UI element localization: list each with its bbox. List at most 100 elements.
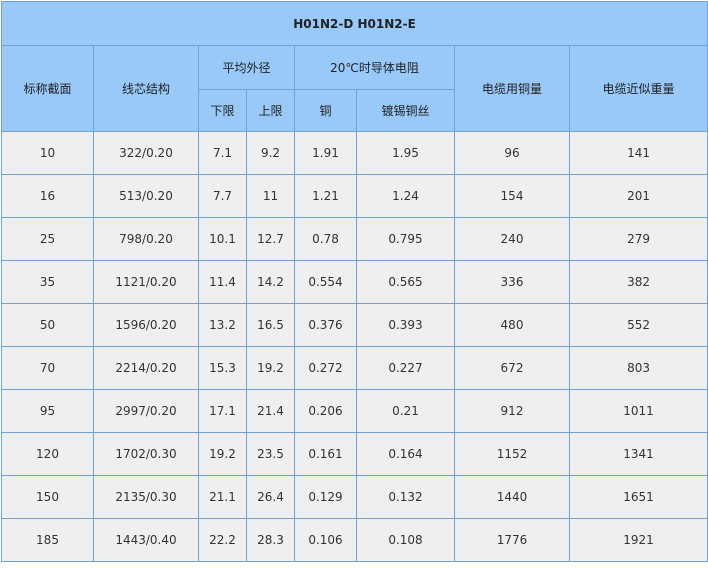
header-upper: 上限: [246, 89, 295, 132]
table-row: 185 1443/0.40 22.2 28.3 0.106 0.108 1776…: [1, 518, 708, 562]
cell-cable-weight: 1011: [568, 389, 708, 433]
cell-tinned: 0.795: [356, 217, 455, 261]
cell-tinned: 0.132: [356, 475, 455, 519]
cell-copper: 0.272: [294, 346, 357, 390]
header-lower: 下限: [198, 89, 247, 132]
cell-copper: 0.129: [294, 475, 357, 519]
cell-copper-weight: 96: [454, 131, 570, 175]
cell-lower: 17.1: [198, 389, 247, 433]
cell-copper: 0.206: [294, 389, 357, 433]
cell-lower: 7.1: [198, 131, 247, 175]
table-title: H01N2-D H01N2-E: [0, 1, 708, 46]
header-structure: 线芯结构: [93, 45, 199, 132]
cell-structure: 2135/0.30: [93, 475, 199, 519]
cell-copper: 1.91: [294, 131, 357, 175]
cell-upper: 26.4: [246, 475, 295, 519]
cell-copper-weight: 1776: [454, 518, 570, 562]
cell-upper: 14.2: [246, 260, 295, 304]
cell-tinned: 1.24: [356, 174, 455, 218]
cell-upper: 16.5: [246, 303, 295, 347]
cell-copper-weight: 1152: [454, 432, 570, 476]
cell-copper: 0.376: [294, 303, 357, 347]
cell-structure: 2214/0.20: [93, 346, 199, 390]
cell-section: 95: [1, 389, 94, 433]
cell-section: 10: [1, 131, 94, 175]
cell-cable-weight: 1651: [568, 475, 708, 519]
table-row: 50 1596/0.20 13.2 16.5 0.376 0.393 480 5…: [1, 303, 708, 347]
cell-lower: 10.1: [198, 217, 247, 261]
table-row: 150 2135/0.30 21.1 26.4 0.129 0.132 1440…: [1, 475, 708, 519]
cell-tinned: 0.227: [356, 346, 455, 390]
cell-lower: 7.7: [198, 174, 247, 218]
table-row: 10 322/0.20 7.1 9.2 1.91 1.95 96 141: [1, 131, 708, 175]
cell-section: 50: [1, 303, 94, 347]
cell-tinned: 0.164: [356, 432, 455, 476]
cell-copper-weight: 672: [454, 346, 570, 390]
header-resistance: 20℃时导体电阻: [294, 45, 455, 90]
cell-lower: 21.1: [198, 475, 247, 519]
cell-section: 185: [1, 518, 94, 562]
cell-upper: 9.2: [246, 131, 295, 175]
cell-upper: 28.3: [246, 518, 295, 562]
cell-structure: 798/0.20: [93, 217, 199, 261]
cell-section: 35: [1, 260, 94, 304]
cell-upper: 19.2: [246, 346, 295, 390]
cell-upper: 12.7: [246, 217, 295, 261]
cell-structure: 513/0.20: [93, 174, 199, 218]
header-copper: 铜: [294, 89, 357, 132]
cell-upper: 23.5: [246, 432, 295, 476]
cell-upper: 21.4: [246, 389, 295, 433]
cell-section: 120: [1, 432, 94, 476]
table-row: 25 798/0.20 10.1 12.7 0.78 0.795 240 279: [1, 217, 708, 261]
header-cable-weight: 电缆近似重量: [568, 45, 708, 132]
cell-cable-weight: 201: [568, 174, 708, 218]
cell-copper: 0.554: [294, 260, 357, 304]
cell-cable-weight: 803: [568, 346, 708, 390]
cell-copper-weight: 154: [454, 174, 570, 218]
cell-structure: 322/0.20: [93, 131, 199, 175]
cell-section: 25: [1, 217, 94, 261]
cell-structure: 1121/0.20: [93, 260, 199, 304]
cell-tinned: 0.108: [356, 518, 455, 562]
cell-section: 16: [1, 174, 94, 218]
cell-lower: 11.4: [198, 260, 247, 304]
cell-copper-weight: 240: [454, 217, 570, 261]
cell-structure: 1702/0.30: [93, 432, 199, 476]
cell-copper: 0.106: [294, 518, 357, 562]
cell-copper-weight: 336: [454, 260, 570, 304]
cell-copper: 1.21: [294, 174, 357, 218]
cell-tinned: 1.95: [356, 131, 455, 175]
header-avg-diameter: 平均外径: [198, 45, 295, 90]
cell-tinned: 0.565: [356, 260, 455, 304]
header-section: 标称截面: [1, 45, 94, 132]
cell-cable-weight: 1921: [568, 518, 708, 562]
cell-cable-weight: 1341: [568, 432, 708, 476]
cell-lower: 22.2: [198, 518, 247, 562]
header-tinned: 镀锡铜丝: [356, 89, 455, 132]
cell-copper-weight: 480: [454, 303, 570, 347]
cell-tinned: 0.393: [356, 303, 455, 347]
cell-structure: 1443/0.40: [93, 518, 199, 562]
cable-spec-table: H01N2-D H01N2-E 标称截面 线芯结构 平均外径 20℃时导体电阻 …: [0, 1, 708, 562]
cell-structure: 1596/0.20: [93, 303, 199, 347]
table-row: 16 513/0.20 7.7 11 1.21 1.24 154 201: [1, 174, 708, 218]
cell-cable-weight: 141: [568, 131, 708, 175]
header-copper-weight: 电缆用铜量: [454, 45, 570, 132]
cell-section: 70: [1, 346, 94, 390]
table-row: 70 2214/0.20 15.3 19.2 0.272 0.227 672 8…: [1, 346, 708, 390]
cell-lower: 15.3: [198, 346, 247, 390]
cell-copper-weight: 1440: [454, 475, 570, 519]
cell-upper: 11: [246, 174, 295, 218]
cell-copper: 0.161: [294, 432, 357, 476]
cell-cable-weight: 552: [568, 303, 708, 347]
cell-lower: 13.2: [198, 303, 247, 347]
cell-lower: 19.2: [198, 432, 247, 476]
cell-cable-weight: 382: [568, 260, 708, 304]
cell-section: 150: [1, 475, 94, 519]
cell-tinned: 0.21: [356, 389, 455, 433]
table-body: 10 322/0.20 7.1 9.2 1.91 1.95 96 141 16 …: [1, 131, 708, 562]
cell-structure: 2997/0.20: [93, 389, 199, 433]
table-row: 95 2997/0.20 17.1 21.4 0.206 0.21 912 10…: [1, 389, 708, 433]
cell-copper: 0.78: [294, 217, 357, 261]
table-row: 35 1121/0.20 11.4 14.2 0.554 0.565 336 3…: [1, 260, 708, 304]
